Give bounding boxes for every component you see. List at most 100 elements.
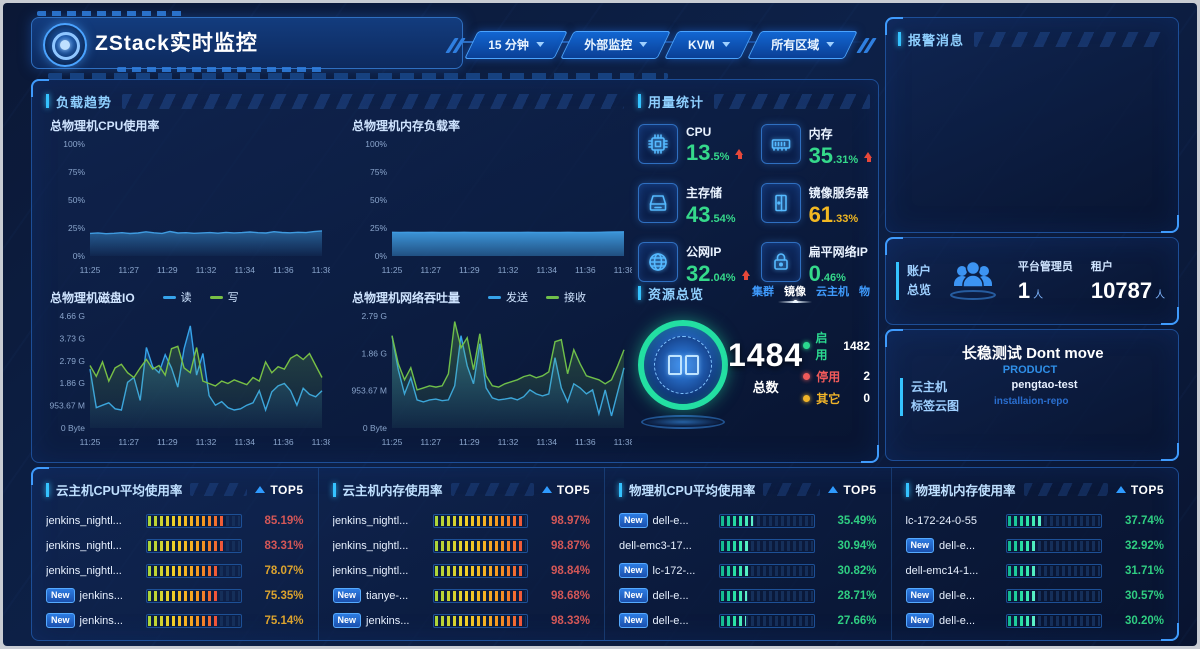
resource-name: jenkins_nightl...	[46, 565, 138, 577]
top5-row[interactable]: lc-172-24-0-5537.74%	[906, 508, 1165, 533]
tab-physical[interactable]: 物	[859, 283, 870, 303]
top5-row[interactable]: dell-emc14-1...31.71%	[906, 558, 1165, 583]
top5-row[interactable]: dell-emc3-17...30.94%	[619, 533, 877, 558]
usage-bar-track	[433, 614, 529, 628]
main-panel: 负载趋势 总物理机CPU使用率 0%25%50%75%100%11:2511:2…	[31, 79, 879, 463]
resource-name: jenkins_nightl...	[333, 540, 425, 552]
usage-bar-fill	[721, 566, 749, 576]
svg-text:1.86 G: 1.86 G	[361, 348, 387, 358]
top5-row[interactable]: Newdell-e...35.49%	[619, 508, 877, 533]
alerts-title: 报警消息	[908, 30, 964, 49]
usage-stats-header: 用量统计	[638, 90, 870, 112]
top5-row[interactable]: Newdell-e...30.57%	[906, 583, 1165, 608]
tab-vm[interactable]: 云主机	[816, 283, 849, 303]
dashboard-root: ZStack实时监控 15 分钟 外部监控 KVM 所有区域 负载趋势 总物理机…	[3, 3, 1197, 646]
svg-text:11:36: 11:36	[273, 437, 294, 447]
svg-text:11:29: 11:29	[157, 437, 178, 447]
svg-text:11:27: 11:27	[420, 265, 441, 275]
svg-text:0%: 0%	[73, 251, 86, 261]
top5-sort-toggle[interactable]: TOP5	[255, 483, 303, 497]
usage-label: 扁平网络IP	[809, 243, 868, 260]
top5-row[interactable]: jenkins_nightl...98.97%	[333, 508, 591, 533]
top5-sort-toggle[interactable]: TOP5	[828, 483, 876, 497]
usage-bar-track	[433, 589, 529, 603]
top5-row[interactable]: Newjenkins...75.35%	[46, 583, 304, 608]
svg-text:11:38: 11:38	[614, 265, 632, 275]
usage-bar-track	[1006, 589, 1103, 603]
users-icon	[944, 257, 1002, 301]
svg-text:25%: 25%	[68, 223, 85, 233]
usage-bar-track	[719, 589, 815, 603]
svg-text:2.79 G: 2.79 G	[59, 356, 85, 366]
zstack-logo-icon	[43, 23, 87, 67]
filter-hypervisor[interactable]: KVM	[664, 31, 753, 59]
top5-host-memory: 物理机内存使用率 TOP5 lc-172-24-0-5537.74%Newdel…	[892, 468, 1179, 640]
svg-text:11:34: 11:34	[536, 437, 557, 447]
legend-item[interactable]: 读	[163, 289, 192, 305]
tag-item[interactable]: installaion-repo	[994, 396, 1068, 407]
image-server-icon	[761, 183, 801, 223]
top5-row[interactable]: Newlc-172-...30.82%	[619, 558, 877, 583]
new-badge: New	[619, 513, 648, 528]
legend-disabled[interactable]: 停用2	[803, 368, 870, 385]
legend-item[interactable]: 写	[210, 289, 239, 305]
resource-name: Newlc-172-...	[619, 563, 711, 578]
resource-name: Newdell-e...	[906, 588, 998, 603]
new-badge: New	[46, 613, 75, 628]
usage-card-flat-network-ip: 扁平网络IP 0.46%	[761, 242, 874, 285]
tab-image[interactable]: 镜像	[784, 283, 806, 303]
top5-title: 物理机CPU平均使用率	[629, 480, 755, 499]
filter-zone[interactable]: 所有区域	[747, 31, 858, 59]
legend-swatch-icon	[210, 296, 223, 299]
top5-row[interactable]: jenkins_nightl...78.07%	[46, 558, 304, 583]
usage-cards: CPU 13.5% 内存 35.31% 主存储 43.54%	[638, 124, 870, 285]
top5-sort-toggle[interactable]: TOP5	[1116, 483, 1164, 497]
top5-row[interactable]: Newtianye-...98.68%	[333, 583, 591, 608]
top5-row[interactable]: Newjenkins...98.33%	[333, 608, 591, 633]
resource-name: jenkins_nightl...	[46, 515, 138, 527]
tag-item[interactable]: 长稳测试 Dont move	[962, 342, 1104, 363]
resource-name: dell-emc3-17...	[619, 540, 711, 552]
deco-slashes-right	[861, 38, 872, 53]
resource-overview-header: 资源总览 集群 镜像 云主机 物	[638, 282, 870, 304]
triangle-up-icon	[542, 486, 552, 493]
top5-row[interactable]: jenkins_nightl...98.87%	[333, 533, 591, 558]
svg-text:11:25: 11:25	[80, 437, 101, 447]
tab-cluster[interactable]: 集群	[752, 283, 774, 303]
account-stats: 平台管理员 1人 租户 10787人	[1015, 258, 1168, 304]
new-badge: New	[46, 588, 75, 603]
top5-row[interactable]: Newdell-e...27.66%	[619, 608, 877, 633]
header-accent-bar	[638, 286, 641, 300]
usage-bar-fill	[1008, 591, 1036, 601]
legend-item[interactable]: 发送	[488, 289, 528, 305]
top5-row[interactable]: Newdell-e...30.20%	[906, 608, 1165, 633]
top5-row[interactable]: Newdell-e...32.92%	[906, 533, 1165, 558]
filter-monitor-source[interactable]: 外部监控	[560, 31, 671, 59]
top5-row[interactable]: Newdell-e...28.71%	[619, 583, 877, 608]
legend-item[interactable]: 接收	[546, 289, 586, 305]
legend-dot	[803, 342, 809, 349]
legend-enabled[interactable]: 启用1482	[803, 329, 870, 363]
usage-value: 28.71%	[823, 590, 877, 602]
tag-item[interactable]: pengtao-test	[1012, 379, 1078, 391]
usage-value: 98.33%	[536, 615, 590, 627]
deco-slashes-left	[450, 38, 461, 53]
svg-text:1.86 G: 1.86 G	[59, 378, 85, 388]
usage-value: 35.49%	[823, 515, 877, 527]
filter-time-range[interactable]: 15 分钟	[464, 31, 567, 59]
top5-sort-toggle[interactable]: TOP5	[542, 483, 590, 497]
top5-row[interactable]: jenkins_nightl...85.19%	[46, 508, 304, 533]
chart-memory-load: 总物理机内存负载率 0%25%50%75%100%11:2511:2711:29…	[344, 116, 634, 282]
image-mirror-icon	[668, 355, 699, 375]
top5-row[interactable]: jenkins_nightl...98.84%	[333, 558, 591, 583]
header-hatch-deco	[1024, 483, 1108, 496]
legend-other[interactable]: 其它0	[803, 390, 870, 407]
tag-item[interactable]: PRODUCT	[1003, 364, 1057, 376]
top5-row[interactable]: Newjenkins...75.14%	[46, 608, 304, 633]
svg-text:11:36: 11:36	[273, 265, 294, 275]
triangle-up-icon	[255, 486, 265, 493]
legend-dot	[803, 373, 810, 380]
svg-text:3.73 G: 3.73 G	[59, 333, 85, 343]
top5-row[interactable]: jenkins_nightl...83.31%	[46, 533, 304, 558]
svg-text:25%: 25%	[370, 223, 387, 233]
